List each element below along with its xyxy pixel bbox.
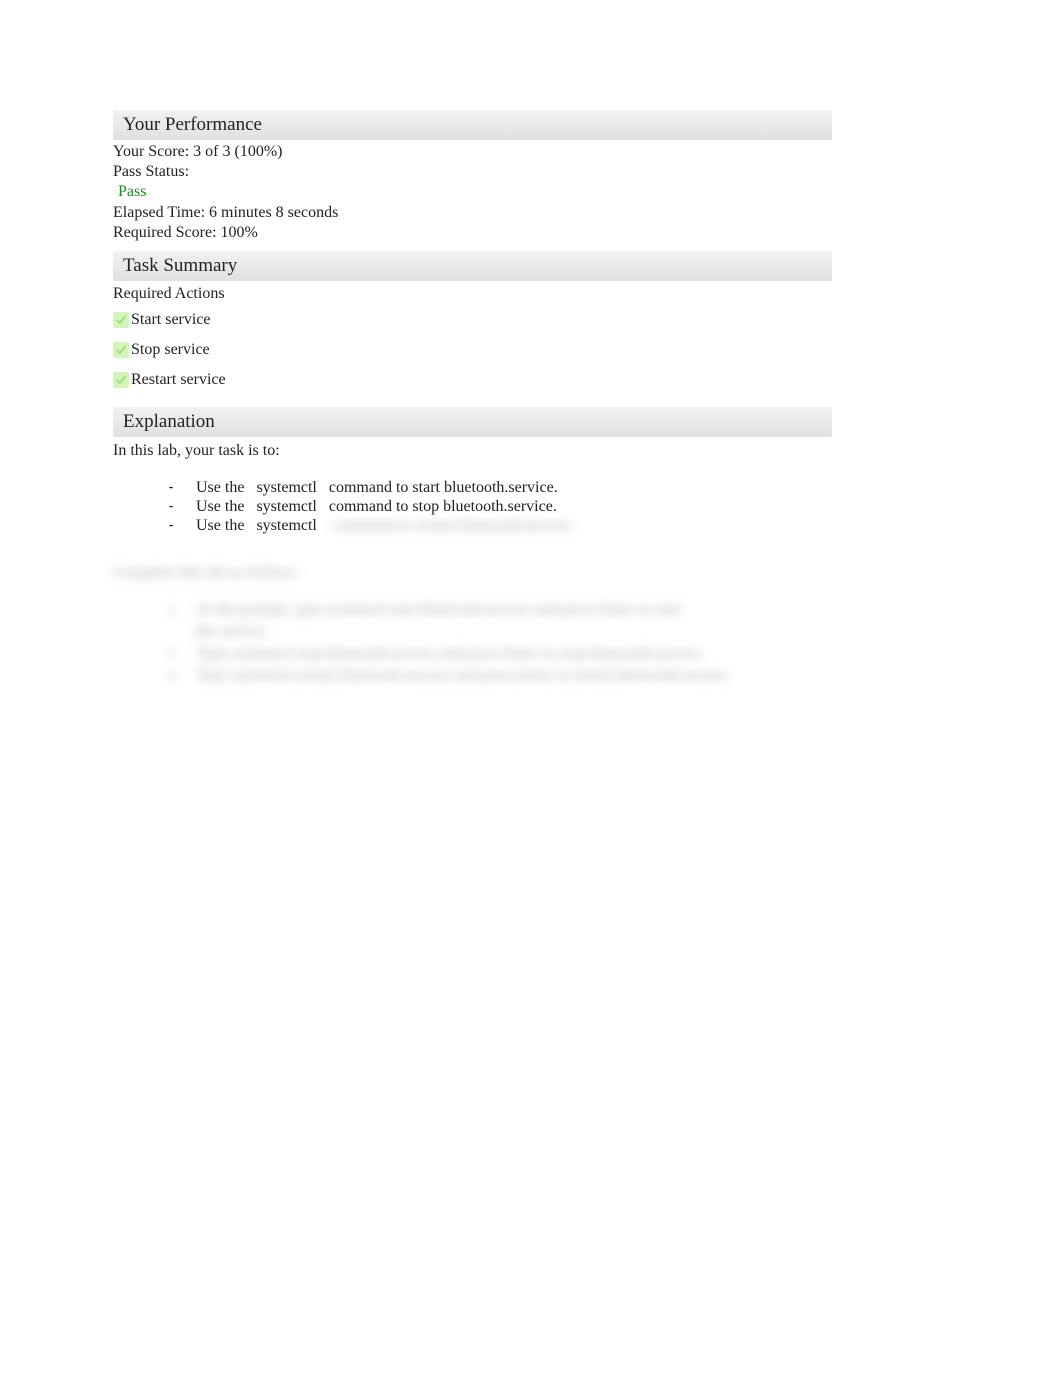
step-number: 2. xyxy=(168,647,196,662)
explanation-header: Explanation xyxy=(113,407,832,437)
your-performance-header: Your Performance xyxy=(113,110,832,140)
explanation-intro: In this lab, your task is to: xyxy=(113,439,832,460)
action-label: Restart service xyxy=(131,371,226,389)
required-score: Required Score: 100% xyxy=(113,223,832,243)
bullet-icon: ⁃ xyxy=(168,500,196,514)
step-text: the service. xyxy=(196,622,269,642)
list-item: 3. Type systemctl restart bluetooth.serv… xyxy=(168,666,832,686)
action-row: Stop service xyxy=(113,337,832,363)
step-number: 3. xyxy=(168,669,196,684)
step-text: Type systemctl stop bluetooth.service an… xyxy=(196,644,704,664)
check-icon xyxy=(113,372,129,388)
list-item: 1. At the prompt, type systemctl start b… xyxy=(168,600,832,620)
bullet-text: Use thesystemctlcommand to start bluetoo… xyxy=(196,478,558,497)
list-item: ⁃ Use thesystemctlcommand to stop blueto… xyxy=(168,497,832,516)
check-icon xyxy=(113,312,129,328)
bullet-text: Use thesystemctlcommand to stop bluetoot… xyxy=(196,497,557,516)
blurred-region: Complete this lab as follows: 1. At the … xyxy=(113,564,832,686)
task-bullets: ⁃ Use thesystemctlcommand to start bluet… xyxy=(113,460,832,536)
score-line: Your Score: 3 of 3 (100%) xyxy=(113,142,832,162)
bullet-text: Use thesystemctl command to restart blue… xyxy=(196,516,574,535)
step-number: 1. xyxy=(168,603,196,618)
check-icon xyxy=(113,342,129,358)
action-row: Restart service xyxy=(113,367,832,393)
blurred-steps: 1. At the prompt, type systemctl start b… xyxy=(113,582,832,686)
list-item: 2. Type systemctl stop bluetooth.service… xyxy=(168,644,832,664)
pass-status-value: Pass xyxy=(113,182,832,203)
bullet-icon: ⁃ xyxy=(168,481,196,495)
step-text: At the prompt, type systemctl start blue… xyxy=(196,600,682,620)
task-summary-header: Task Summary xyxy=(113,251,832,281)
blurred-intro: Complete this lab as follows: xyxy=(113,564,832,582)
list-item: ⁃ Use thesystemctlcommand to start bluet… xyxy=(168,478,832,497)
lab-report: Your Performance Your Score: 3 of 3 (100… xyxy=(0,0,1062,686)
action-label: Start service xyxy=(131,311,211,329)
list-item: ⁃ Use thesystemctl command to restart bl… xyxy=(168,516,832,535)
action-row: Start service xyxy=(113,307,832,333)
elapsed-time: Elapsed Time: 6 minutes 8 seconds xyxy=(113,203,832,223)
action-label: Stop service xyxy=(131,341,210,359)
step-text: Type systemctl restart bluetooth.service… xyxy=(196,666,731,686)
required-actions-label: Required Actions xyxy=(113,283,832,307)
list-item: the service. xyxy=(168,622,832,642)
blurred-text: command to restart bluetooth.service. xyxy=(333,517,574,534)
bullet-icon: ⁃ xyxy=(168,519,196,533)
pass-status-label: Pass Status: xyxy=(113,162,832,182)
